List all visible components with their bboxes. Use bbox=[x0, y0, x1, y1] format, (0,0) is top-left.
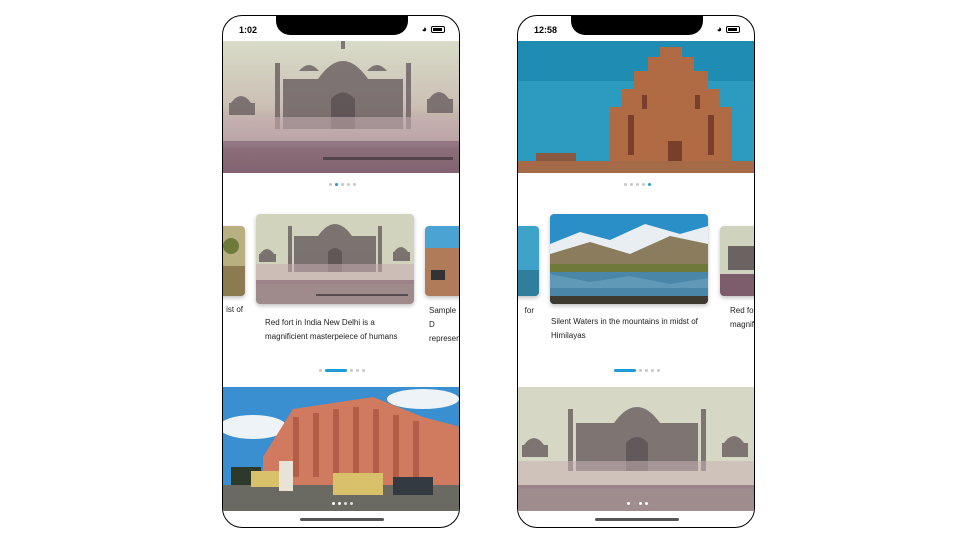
hero-page-indicator[interactable] bbox=[518, 183, 754, 186]
card-page-indicator[interactable] bbox=[518, 369, 754, 372]
page-dot-active[interactable] bbox=[614, 369, 636, 372]
page-dot[interactable] bbox=[350, 369, 353, 372]
bottom-carousel-image[interactable] bbox=[518, 387, 754, 511]
phone-right: 12:58 ◕ for Silent Waters in the mountai… bbox=[517, 15, 755, 528]
card-carousel[interactable] bbox=[223, 214, 459, 309]
card-current-image[interactable] bbox=[256, 214, 414, 304]
card-carousel[interactable] bbox=[518, 214, 754, 309]
battery-icon bbox=[431, 26, 445, 33]
page-dot-active[interactable] bbox=[325, 369, 347, 372]
status-time: 12:58 bbox=[534, 25, 558, 35]
page-dot[interactable] bbox=[651, 369, 654, 372]
hero-page-indicator[interactable] bbox=[223, 183, 459, 186]
card-current-caption: Silent Waters in the mountains in midst … bbox=[551, 317, 698, 340]
card-next-image[interactable] bbox=[425, 226, 459, 296]
page-dot-active[interactable] bbox=[647, 183, 651, 186]
notch bbox=[276, 16, 408, 35]
page-dot[interactable] bbox=[362, 369, 365, 372]
card-prev-caption: ist of bbox=[226, 305, 243, 314]
page-dot[interactable] bbox=[343, 502, 347, 505]
page-dot[interactable] bbox=[346, 183, 350, 186]
page-dot[interactable] bbox=[639, 369, 642, 372]
page-dot[interactable] bbox=[641, 183, 645, 186]
card-current-image[interactable] bbox=[550, 214, 708, 304]
page-dot-active[interactable] bbox=[626, 502, 630, 505]
status-icons: ◕ bbox=[717, 25, 740, 34]
page-dot[interactable] bbox=[657, 369, 660, 372]
page-dot[interactable] bbox=[356, 369, 359, 372]
page-dot-active[interactable] bbox=[331, 502, 335, 505]
battery-icon bbox=[726, 26, 740, 33]
card-prev-caption: for bbox=[524, 306, 534, 315]
bottom-page-indicator[interactable] bbox=[518, 502, 754, 505]
page-dot[interactable] bbox=[328, 183, 332, 186]
page-dot[interactable] bbox=[319, 369, 322, 372]
page-dot[interactable] bbox=[349, 502, 353, 505]
wifi-icon: ◕ bbox=[716, 24, 722, 34]
page-dot-active[interactable] bbox=[337, 502, 341, 505]
page-dot[interactable] bbox=[645, 369, 648, 372]
page-dot[interactable] bbox=[644, 502, 648, 505]
page-dot[interactable] bbox=[635, 183, 639, 186]
bottom-page-indicator[interactable] bbox=[223, 502, 459, 505]
page-dot[interactable] bbox=[629, 183, 633, 186]
page-dot-active[interactable] bbox=[334, 183, 338, 186]
page-dot[interactable] bbox=[632, 502, 636, 505]
page-dot[interactable] bbox=[352, 183, 356, 186]
home-indicator[interactable] bbox=[595, 518, 679, 521]
card-current-caption: Red fort in India New Delhi is a magnifi… bbox=[265, 318, 398, 341]
notch bbox=[571, 16, 703, 35]
status-icons: ◕ bbox=[422, 25, 445, 34]
bottom-carousel-image[interactable] bbox=[223, 387, 459, 511]
page-dot[interactable] bbox=[623, 183, 627, 186]
card-page-indicator[interactable] bbox=[223, 369, 459, 372]
card-prev-image[interactable] bbox=[518, 226, 539, 296]
card-prev-image[interactable] bbox=[223, 226, 245, 296]
hero-carousel-image[interactable] bbox=[223, 41, 459, 173]
page-dot[interactable] bbox=[638, 502, 642, 505]
card-next-caption: Red fo magnifi bbox=[730, 306, 755, 329]
phone-left: 1:02 ◕ ist of Red fort in India New Delh… bbox=[222, 15, 460, 528]
hero-carousel-image[interactable] bbox=[518, 41, 754, 173]
card-next-image[interactable] bbox=[720, 226, 754, 296]
wifi-icon: ◕ bbox=[421, 24, 427, 34]
page-dot[interactable] bbox=[340, 183, 344, 186]
card-next-caption: Sample D represen bbox=[429, 306, 460, 343]
status-time: 1:02 bbox=[239, 25, 258, 35]
home-indicator[interactable] bbox=[300, 518, 384, 521]
